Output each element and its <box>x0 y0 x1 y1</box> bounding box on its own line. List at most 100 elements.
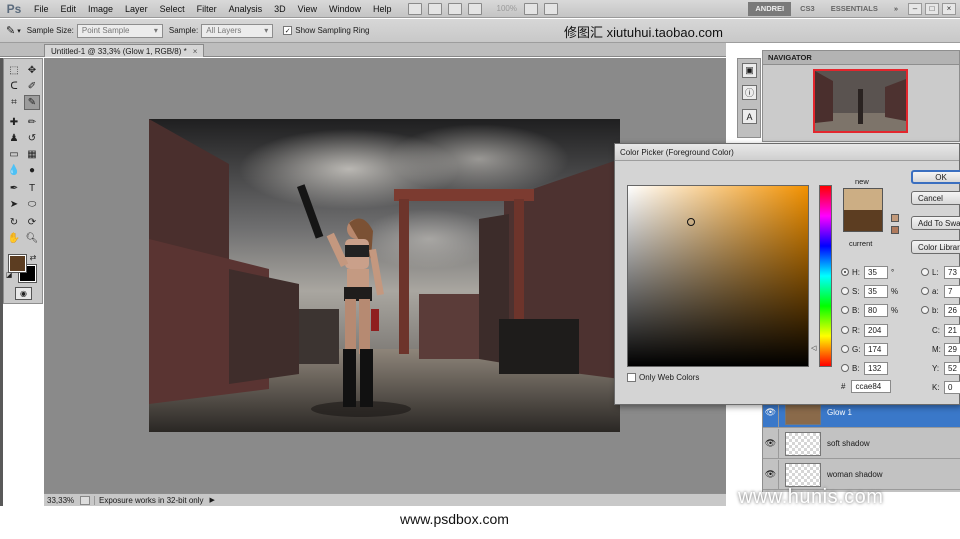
zoom-tool-icon[interactable] <box>467 2 482 15</box>
visibility-eye-icon[interactable]: 👁︎ <box>763 428 779 459</box>
lab-b-input[interactable]: 26 <box>944 303 960 317</box>
mini-bridge-icon[interactable] <box>427 2 442 15</box>
red-input[interactable]: 204 <box>864 323 888 337</box>
menu-file[interactable]: File <box>28 4 55 14</box>
image-panel-icon[interactable]: ▣ <box>742 63 757 78</box>
history-brush-tool-icon[interactable]: ↺ <box>24 131 40 146</box>
menu-image[interactable]: Image <box>82 4 119 14</box>
foreground-color-swatch[interactable] <box>8 254 27 273</box>
document-tab[interactable]: Untitled-1 @ 33,3% (Glow 1, RGB/8) * × <box>44 44 205 57</box>
red-radio[interactable] <box>841 326 849 334</box>
sample-size-select[interactable]: Point Sample ▾ <box>76 23 163 38</box>
blue-radio[interactable] <box>841 364 849 372</box>
color-field-cursor[interactable] <box>687 218 695 226</box>
lasso-tool-icon[interactable]: ᑕ <box>6 79 22 94</box>
menu-edit[interactable]: Edit <box>55 4 83 14</box>
lab-l-input[interactable]: 73 <box>944 265 960 279</box>
current-color-swatch[interactable] <box>843 210 883 232</box>
hand-tool-icon[interactable] <box>447 2 462 15</box>
eyedropper-icon[interactable]: ✎ <box>6 24 15 37</box>
lab-l-radio[interactable] <box>921 268 929 276</box>
zoom-readout[interactable]: 33,33% <box>44 496 80 505</box>
hand-tool-icon[interactable]: ✋ <box>6 231 22 246</box>
color-libraries-button[interactable]: Color Libraries <box>911 240 960 254</box>
only-web-colors-checkbox[interactable] <box>627 373 636 382</box>
document-image[interactable] <box>149 119 620 432</box>
status-icon[interactable] <box>80 495 90 505</box>
move-tool-icon[interactable]: ✥ <box>24 63 40 78</box>
3d-rotate-tool-icon[interactable]: ↻ <box>6 215 22 230</box>
magenta-input[interactable]: 29 <box>944 342 960 356</box>
eraser-tool-icon[interactable]: ▭ <box>6 147 22 162</box>
green-radio[interactable] <box>841 345 849 353</box>
menu-3d[interactable]: 3D <box>268 4 292 14</box>
cancel-button[interactable]: Cancel <box>911 191 960 205</box>
blur-tool-icon[interactable]: 💧 <box>6 163 22 178</box>
hue-slider[interactable] <box>819 185 832 367</box>
saturation-input[interactable]: 35 <box>864 284 888 298</box>
tool-preset-chevron-icon[interactable]: ▾ <box>17 27 21 35</box>
hue-radio[interactable] <box>841 268 849 276</box>
zoom-tool-icon[interactable]: 🔍︎ <box>24 231 40 246</box>
lab-a-input[interactable]: 7 <box>944 284 960 298</box>
out-of-gamut-warning-icon[interactable] <box>891 214 899 222</box>
menu-help[interactable]: Help <box>367 4 398 14</box>
lab-b-radio[interactable] <box>921 306 929 314</box>
blue-input[interactable]: 132 <box>864 361 888 375</box>
zoom-level[interactable]: 100% <box>493 4 521 13</box>
pen-tool-icon[interactable]: ✒ <box>6 181 22 196</box>
brightness-input[interactable]: 80 <box>864 303 888 317</box>
menu-layer[interactable]: Layer <box>119 4 154 14</box>
status-info[interactable]: Exposure works in 32-bit only <box>94 495 204 505</box>
visibility-eye-icon[interactable]: 👁︎ <box>763 459 779 490</box>
workspace-cs3[interactable]: CS3 <box>793 2 822 16</box>
maximize-icon[interactable]: □ <box>925 2 939 15</box>
hue-input[interactable]: 35 <box>864 265 888 279</box>
type-tool-icon[interactable]: T <box>24 181 40 196</box>
more-workspaces-button[interactable]: » <box>887 2 905 16</box>
layer-row[interactable]: 👁︎ soft shadow <box>763 428 960 459</box>
hex-input[interactable]: ccae84 <box>851 380 892 393</box>
green-input[interactable]: 174 <box>864 342 888 356</box>
menu-select[interactable]: Select <box>154 4 191 14</box>
workspace-andrei[interactable]: ANDREI <box>748 1 792 16</box>
saturation-brightness-field[interactable] <box>627 185 809 367</box>
eyedropper-tool-icon[interactable]: ✎ <box>24 95 40 110</box>
menu-window[interactable]: Window <box>323 4 367 14</box>
character-panel-icon[interactable]: A <box>742 109 757 124</box>
menu-analysis[interactable]: Analysis <box>223 4 269 14</box>
show-sampling-ring-checkbox[interactable]: ✓ <box>283 26 293 35</box>
info-panel-icon[interactable]: ⓘ <box>742 85 757 100</box>
navigator-title[interactable]: NAVIGATOR <box>763 51 959 65</box>
default-colors-icon[interactable]: ◪ <box>5 271 13 279</box>
cyan-input[interactable]: 21 <box>944 323 960 337</box>
sample-select[interactable]: All Layers ▾ <box>201 23 274 38</box>
3d-orbit-tool-icon[interactable]: ⟳ <box>24 215 40 230</box>
marquee-tool-icon[interactable]: ⬚ <box>6 63 22 78</box>
brightness-radio[interactable] <box>841 306 849 314</box>
hue-slider-marker-icon[interactable]: ◁ <box>811 344 816 352</box>
clone-stamp-tool-icon[interactable]: ♟ <box>6 131 22 146</box>
saturation-radio[interactable] <box>841 287 849 295</box>
arrange-documents-icon[interactable] <box>523 2 538 15</box>
dodge-tool-icon[interactable]: ● <box>24 163 40 178</box>
status-menu-arrow-icon[interactable]: ▶ <box>210 496 215 504</box>
lab-a-radio[interactable] <box>921 287 929 295</box>
quick-mask-icon[interactable]: ◉ <box>15 287 32 300</box>
bridge-icon[interactable] <box>407 2 422 15</box>
quick-select-tool-icon[interactable]: ✐ <box>24 79 40 94</box>
path-select-tool-icon[interactable]: ➤ <box>6 197 22 212</box>
shape-tool-icon[interactable]: ⬭ <box>24 197 40 212</box>
close-icon[interactable]: × <box>942 2 956 15</box>
menu-filter[interactable]: Filter <box>191 4 223 14</box>
brush-tool-icon[interactable]: ✏ <box>24 115 40 130</box>
minimize-icon[interactable]: – <box>908 2 922 15</box>
workspace-essentials[interactable]: ESSENTIALS <box>824 2 885 16</box>
navigator-thumbnail[interactable] <box>813 69 908 133</box>
spot-heal-tool-icon[interactable]: ✚ <box>6 115 22 130</box>
crop-tool-icon[interactable]: ⌗ <box>6 95 22 110</box>
add-to-swatches-button[interactable]: Add To Swatches <box>911 216 960 230</box>
screen-mode-icon[interactable] <box>543 2 558 15</box>
ok-button[interactable]: OK <box>911 170 960 184</box>
swap-colors-icon[interactable]: ⇄ <box>28 252 38 262</box>
